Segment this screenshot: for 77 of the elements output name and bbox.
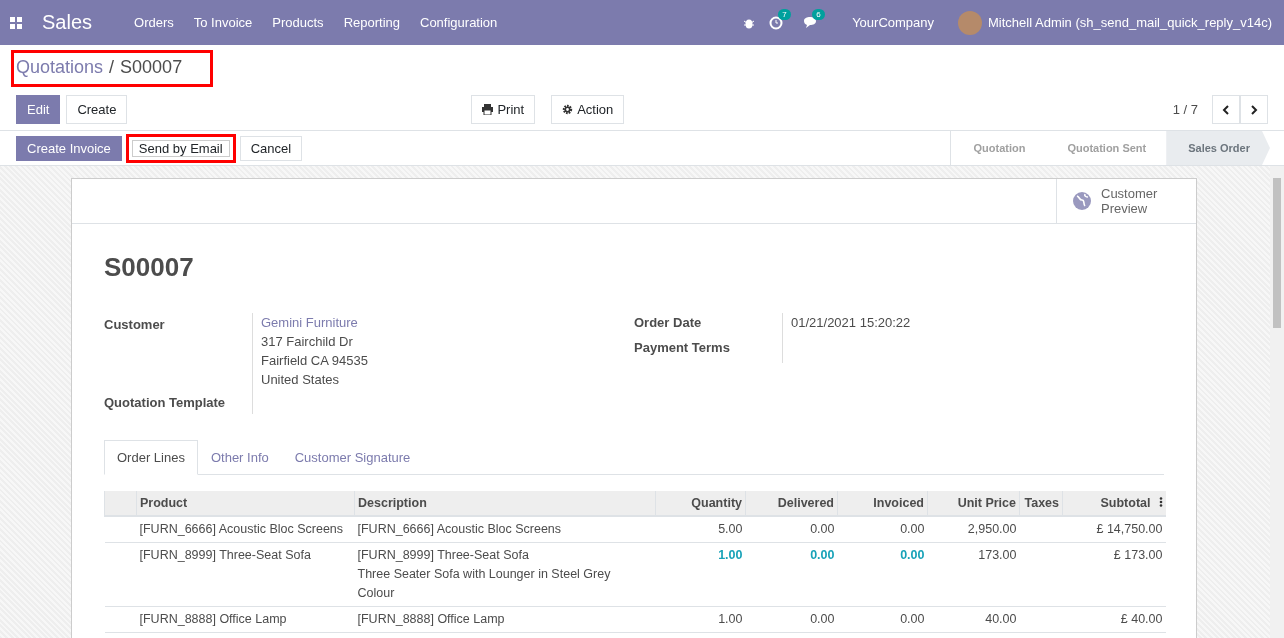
table-cell: [FURN_6666] Acoustic Bloc Screens (136, 516, 355, 543)
kebab-menu-icon[interactable] (1158, 497, 1163, 507)
column-header[interactable]: Invoiced (837, 491, 928, 516)
field-label: Order Date (634, 314, 703, 332)
table-cell: 2,950.00 (927, 516, 1020, 543)
clock-icon[interactable] (769, 15, 784, 30)
address-line: Fairfield CA 94535 (261, 352, 368, 370)
column-header[interactable]: Delivered (745, 491, 838, 516)
table-cell: [FURN_8888] Office Lamp (354, 606, 656, 633)
table-cell: [FURN_8888] Office Lamp (136, 606, 355, 633)
address-line: United States (261, 371, 341, 389)
print-button[interactable]: Print (471, 95, 536, 124)
field-label: Quotation Template (104, 394, 227, 412)
record-title: S00007 (104, 252, 195, 283)
table-cell: 0.00 (745, 542, 838, 607)
column-header[interactable]: Taxes (1019, 491, 1063, 516)
user-name[interactable]: Mitchell Admin (sh_send_mail_quick_reply_v14c) (988, 15, 1272, 30)
notebook-tab[interactable]: Other Info (197, 440, 282, 475)
column-header[interactable]: Subtotal (1062, 491, 1166, 516)
table-cell: [FURN_6666] Acoustic Bloc Screens (354, 516, 656, 543)
status-stage[interactable]: Sales Order (1166, 131, 1270, 165)
table-cell: 173.00 (927, 542, 1020, 607)
breadcrumb-link[interactable]: Quotations (16, 57, 104, 78)
field-label: Customer (104, 316, 166, 334)
create-button[interactable]: Create (66, 95, 128, 124)
app-title[interactable]: Sales (42, 11, 93, 34)
table-cell: £ 14,750.00 (1062, 516, 1166, 543)
address-line: 317 Fairchild Dr (261, 333, 354, 351)
chevron-left-icon (1222, 104, 1230, 115)
table-cell: £ 173.00 (1062, 542, 1166, 607)
action-button[interactable]: Action (551, 95, 625, 124)
globe-icon (1073, 192, 1091, 210)
header-button[interactable]: Send by Email (125, 133, 236, 163)
table-cell: 0.00 (837, 542, 928, 607)
breadcrumb-separator: / (109, 57, 115, 78)
chevron-right-icon (1250, 104, 1258, 115)
menu-item[interactable]: Reporting (333, 15, 410, 30)
table-cell: 1.00 (655, 606, 746, 633)
column-header[interactable]: Description (354, 491, 656, 516)
notebook-tab[interactable]: Customer Signature (281, 440, 424, 475)
menu-item[interactable]: Orders (124, 15, 184, 30)
table-cell: 40.00 (927, 606, 1020, 633)
next-button[interactable] (1240, 95, 1268, 124)
table-cell: 0.00 (837, 606, 928, 633)
gear-icon (562, 104, 574, 115)
previous-button[interactable] (1212, 95, 1240, 124)
table-cell: 0.00 (745, 516, 838, 543)
menu-item[interactable]: Products (262, 15, 334, 30)
menu-item[interactable]: Configuration (410, 15, 508, 30)
header-button[interactable]: Cancel (239, 135, 303, 161)
customer-preview-button[interactable]: Customer Preview (1056, 179, 1196, 223)
chat-icon[interactable] (803, 16, 819, 29)
company-switcher[interactable]: YourCompany (842, 15, 945, 30)
table-cell: 0.00 (745, 606, 838, 633)
edit-button[interactable]: Edit (16, 95, 61, 124)
apps-grid-icon[interactable] (10, 16, 22, 29)
table-cell: 0.00 (837, 516, 928, 543)
customer-link[interactable]: Gemini Furniture (261, 313, 368, 332)
notebook-tab[interactable]: Order Lines (104, 440, 198, 475)
field-value: 01/21/2021 15:20:22 (791, 315, 911, 330)
table-cell: [FURN_8999] Three-Seat Sofa Three Seater Sofa with Lounger in Steel Grey Colour (354, 542, 656, 607)
column-header[interactable]: Unit Price (927, 491, 1020, 516)
pager-counter: 1 / 7 (1172, 102, 1198, 117)
printer-icon (482, 104, 494, 115)
column-header[interactable]: Product (136, 491, 355, 516)
table-cell: [FURN_8999] Three-Seat Sofa (136, 542, 355, 607)
field-label: Payment Terms (634, 339, 731, 357)
breadcrumb-current: S00007 (120, 57, 183, 78)
scrollbar[interactable] (1270, 166, 1284, 638)
table-cell: £ 40.00 (1062, 606, 1166, 633)
table-cell: 1.00 (655, 542, 746, 607)
message-count-badge: 6 (812, 9, 825, 20)
activity-count-badge: 7 (778, 8, 791, 20)
header-button[interactable]: Create Invoice (16, 135, 122, 161)
column-header[interactable]: Quantity (655, 491, 746, 516)
table-cell: 5.00 (655, 516, 746, 543)
menu-item[interactable]: To Invoice (183, 15, 263, 30)
